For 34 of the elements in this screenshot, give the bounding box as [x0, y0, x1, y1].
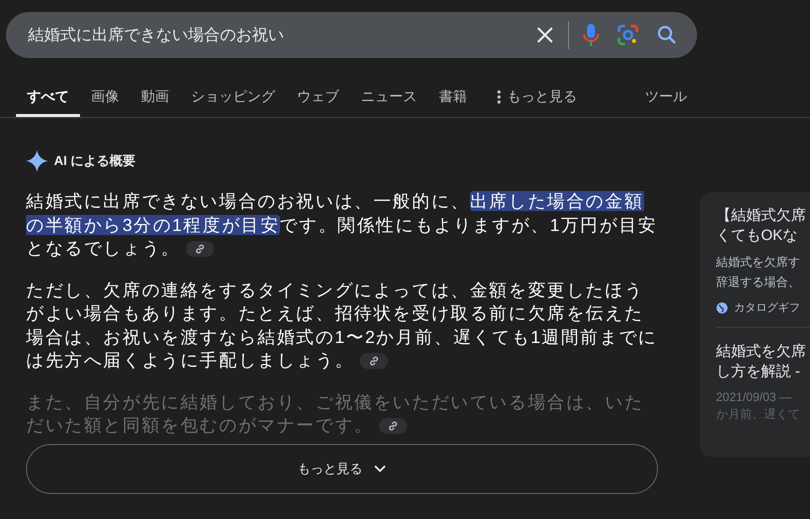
- globe-icon: [716, 302, 728, 314]
- search-icon[interactable]: [657, 25, 677, 45]
- search-tab[interactable]: ウェブ: [286, 80, 350, 117]
- link-icon: [368, 355, 380, 368]
- tools-tab[interactable]: ツール: [634, 80, 698, 117]
- source-site-name: カタログギフ: [734, 301, 800, 315]
- source-title[interactable]: 結婚式を欠席 し方を解説 -: [716, 342, 810, 382]
- search-tab[interactable]: ショッピング: [180, 80, 286, 117]
- link-icon: [387, 420, 400, 432]
- source-snippet: 結婚式を欠席す 辞退する場合、: [716, 254, 801, 291]
- source-link-button[interactable]: [379, 418, 408, 434]
- camera-icon[interactable]: [617, 24, 639, 46]
- chevron-down-icon: [372, 464, 386, 474]
- ai-overview-title: AI による概要: [54, 152, 136, 170]
- search-tab[interactable]: 画像: [80, 80, 130, 117]
- search-tab[interactable]: 動画: [130, 80, 180, 117]
- source-date: 2021/09/03 —: [716, 390, 792, 404]
- search-tab[interactable]: 書籍: [428, 80, 478, 117]
- source-link-button[interactable]: [186, 241, 214, 258]
- search-query: 結婚式に出席できない場合のお祝い: [28, 26, 285, 46]
- source-snippet: か月前、遅くて: [716, 406, 801, 423]
- overview-paragraph: ただし、欠席の連絡をするタイミングによっては、金額を変更したほうがよい場合もあります。たとえば、招待状を受け取る前に欠席を伝えた場合は、お祝いを渡すなら結婚式の1〜2か月前、遅くても1週間前までには先方へ届くように手配しましょう。: [26, 278, 658, 372]
- sparkle-icon: [26, 150, 48, 172]
- search-field[interactable]: 結婚式に出席できない場合のお祝い: [6, 12, 697, 58]
- source-link-button[interactable]: [360, 353, 388, 370]
- clear-icon[interactable]: [536, 26, 554, 44]
- link-icon: [194, 243, 206, 256]
- microphone-icon[interactable]: [583, 23, 599, 47]
- more-options-icon: [497, 90, 501, 104]
- search-tab[interactable]: ニュース: [350, 80, 428, 117]
- overview-paragraph: また、自分が先に結婚しており、ご祝儀をいただいている場合は、いただいた額と同額を包むのがマナーです。: [26, 390, 645, 437]
- search-tab[interactable]: もっと見る: [486, 80, 588, 117]
- source-title[interactable]: 【結婚式欠席 くてもOKな: [716, 206, 810, 246]
- show-more-button[interactable]: もっと見る: [26, 444, 658, 494]
